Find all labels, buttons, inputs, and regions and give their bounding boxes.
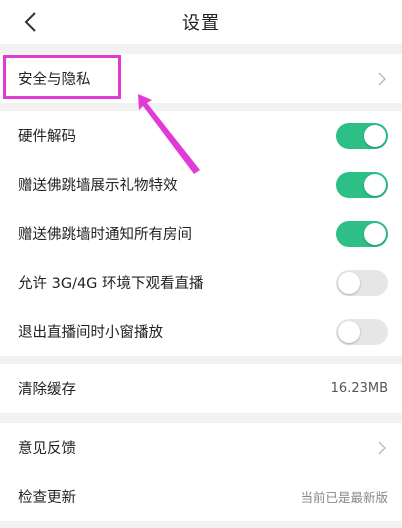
mobile-data-label: 允许 3G/4G 环境下观看直播 <box>18 276 204 292</box>
mobile-data-item: 允许 3G/4G 环境下观看直播 <box>0 258 402 307</box>
privacy-settings-item[interactable]: 安全与隐私 <box>0 54 402 103</box>
update-status: 当前已是最新版 <box>300 490 388 505</box>
toggle-knob <box>364 173 386 196</box>
mini-window-item: 退出直播间时小窗播放 <box>0 307 402 356</box>
cache-size: 16.23MB <box>330 381 388 396</box>
mobile-data-toggle[interactable] <box>336 269 388 296</box>
top-bar: 设置 <box>0 0 402 44</box>
toggle-knob <box>364 124 386 147</box>
mini-window-toggle[interactable] <box>336 318 388 345</box>
gift-effect-item: 赠送佛跳墙展示礼物特效 <box>0 160 402 209</box>
clear-cache-item[interactable]: 清除缓存 16.23MB <box>0 364 402 413</box>
divider <box>0 103 402 111</box>
divider <box>0 44 402 54</box>
gift-notify-toggle[interactable] <box>336 220 388 247</box>
divider <box>0 413 402 423</box>
chevron-right-icon <box>376 440 388 456</box>
gift-effect-label: 赠送佛跳墙展示礼物特效 <box>18 178 178 194</box>
hardware-decode-label: 硬件解码 <box>18 129 76 145</box>
cache-section: 清除缓存 16.23MB <box>0 364 402 413</box>
gift-effect-toggle[interactable] <box>336 171 388 198</box>
privacy-settings-label: 安全与隐私 <box>18 72 91 88</box>
divider <box>0 356 402 364</box>
toggle-section: 硬件解码 赠送佛跳墙展示礼物特效 赠送佛跳墙时通知所有房间 允许 3G/4G 环… <box>0 111 402 356</box>
hardware-decode-toggle[interactable] <box>336 122 388 149</box>
gift-notify-item: 赠送佛跳墙时通知所有房间 <box>0 209 402 258</box>
feedback-item[interactable]: 意见反馈 <box>0 423 402 472</box>
chevron-left-icon <box>24 12 36 32</box>
back-button[interactable] <box>18 8 42 36</box>
chevron-right-icon <box>376 71 388 87</box>
gift-notify-label: 赠送佛跳墙时通知所有房间 <box>18 227 192 243</box>
feedback-label: 意见反馈 <box>18 441 76 457</box>
mini-window-label: 退出直播间时小窗播放 <box>18 325 163 341</box>
toggle-knob <box>338 271 360 294</box>
hardware-decode-item: 硬件解码 <box>0 111 402 160</box>
clear-cache-label: 清除缓存 <box>18 382 76 398</box>
toggle-knob <box>338 320 360 343</box>
check-update-label: 检查更新 <box>18 490 76 506</box>
privacy-section: 安全与隐私 <box>0 54 402 103</box>
toggle-knob <box>364 222 386 245</box>
check-update-item[interactable]: 检查更新 当前已是最新版 <box>0 472 402 521</box>
support-section: 意见反馈 检查更新 当前已是最新版 <box>0 423 402 521</box>
page-title: 设置 <box>182 13 220 34</box>
